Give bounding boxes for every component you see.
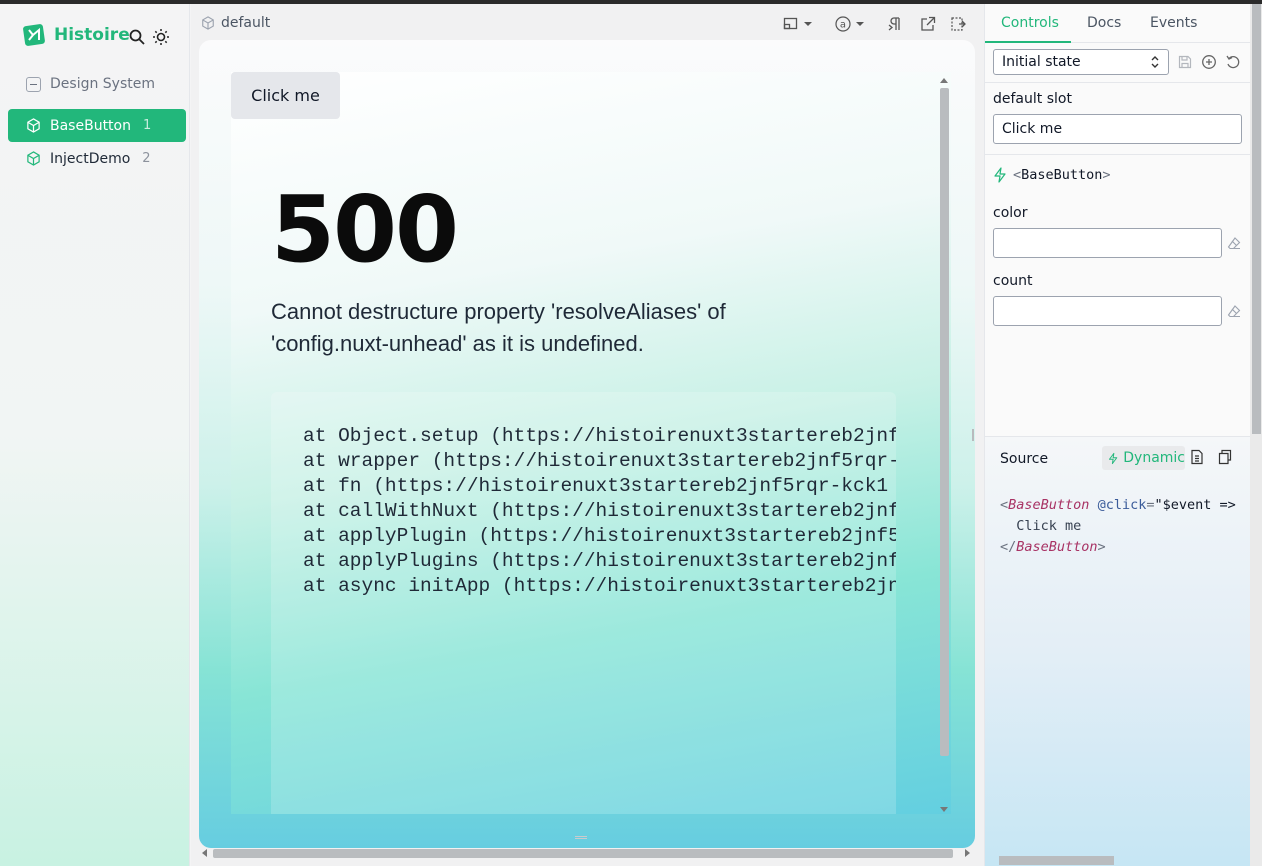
copy-icon[interactable] (1217, 449, 1233, 465)
default-slot-input[interactable] (993, 114, 1242, 144)
code-attr: @click (1097, 497, 1147, 513)
responsive-size-button[interactable] (783, 16, 813, 32)
stack-line: at applyPlugin (https://histoirenuxt3sta… (303, 525, 896, 547)
reset-icon[interactable] (1225, 54, 1241, 70)
stack-line: at async initApp (https://histoirenuxt3s… (303, 575, 896, 597)
scrollbar-thumb[interactable] (999, 856, 1114, 865)
stack-line: at fn (https://histoirenuxt3startereb2jn… (303, 475, 889, 497)
controls-panel: Controls Docs Events Initial state defau… (984, 4, 1262, 866)
story-count: 1 (143, 118, 152, 133)
dynamic-label: Dynamic (1123, 450, 1185, 466)
app-name: Histoire (54, 25, 130, 45)
tab-controls[interactable]: Controls (1001, 15, 1059, 31)
variant-label: default (221, 15, 271, 31)
lightning-icon (994, 167, 1006, 183)
component-name: BaseButton (1021, 167, 1103, 183)
stack-line: at Object.setup (https://histoirenuxt3st… (303, 425, 896, 447)
story-label: BaseButton (50, 117, 131, 134)
preview-canvas: Click me 500 Cannot destructure property… (199, 40, 975, 848)
preview-iframe: Click me 500 Cannot destructure property… (231, 72, 951, 814)
cube-icon (27, 151, 40, 166)
component-props-header: <BaseButton> (993, 167, 1111, 183)
svg-text:a: a (840, 20, 846, 31)
scroll-down-icon[interactable] (940, 807, 948, 812)
theme-icon[interactable] (152, 28, 170, 46)
scrollbar-thumb[interactable] (940, 88, 949, 756)
preview-horizontal-scrollbar[interactable] (199, 846, 973, 860)
source-title: Source (1000, 451, 1049, 467)
text-a-icon: a (835, 16, 851, 32)
state-select[interactable]: Initial state (993, 49, 1169, 75)
code-open-tag: BaseButton (1008, 497, 1090, 513)
source-code: <BaseButton @click="$event => Click me <… (1000, 497, 1236, 555)
scroll-left-icon[interactable] (202, 849, 207, 857)
sidebar-item-injectdemo[interactable]: InjectDemo 2 (8, 142, 186, 175)
search-icon[interactable] (128, 28, 146, 46)
logo-icon (23, 24, 45, 46)
split-handle[interactable] (972, 429, 974, 441)
resize-handle[interactable] (575, 836, 587, 839)
code-close-tag: BaseButton (1016, 539, 1098, 555)
tab-docs[interactable]: Docs (1087, 15, 1121, 31)
sidebar: Histoire Design System BaseButton 1 Inje… (0, 4, 190, 866)
default-slot-label: default slot (993, 91, 1072, 107)
panel-vertical-scrollbar[interactable] (1250, 4, 1262, 866)
divider (985, 154, 1251, 155)
brand[interactable]: Histoire (22, 22, 130, 48)
open-new-icon[interactable] (920, 16, 936, 32)
eraser-icon[interactable] (1227, 304, 1241, 318)
background-button[interactable]: a (835, 16, 865, 32)
tab-events[interactable]: Events (1150, 15, 1197, 31)
color-label: color (993, 205, 1028, 221)
error-code: 500 (271, 176, 459, 283)
story-count: 2 (142, 151, 151, 166)
group-label: Design System (50, 76, 155, 92)
state-select-value: Initial state (1002, 54, 1081, 70)
story-label: InjectDemo (50, 150, 131, 167)
count-input[interactable] (993, 296, 1222, 326)
variant-title: default (201, 15, 270, 31)
panel-tabs: Controls Docs Events (985, 4, 1251, 43)
code-attr-value: "$event => (1154, 497, 1236, 513)
scroll-up-icon[interactable] (940, 78, 948, 83)
cube-icon (27, 118, 40, 133)
stack-line: at wrapper (https://histoirenuxt3starter… (303, 450, 896, 472)
eraser-icon[interactable] (1227, 236, 1241, 250)
sidebar-item-basebutton[interactable]: BaseButton 1 (8, 109, 186, 142)
tab-indicator (985, 41, 1071, 43)
collapse-panel-icon[interactable] (950, 16, 966, 32)
divider (985, 82, 1251, 83)
count-label: count (993, 273, 1033, 289)
stack-line: at callWithNuxt (https://histoirenuxt3st… (303, 500, 896, 522)
text-direction-icon[interactable] (888, 16, 902, 32)
preview-toolbar: default a (191, 4, 984, 42)
scroll-right-icon[interactable] (965, 849, 970, 857)
source-horizontal-scrollbar[interactable] (985, 853, 1250, 866)
click-me-button[interactable]: Click me (231, 72, 340, 119)
plus-circle-icon[interactable] (1201, 54, 1217, 70)
dynamic-source-toggle[interactable]: Dynamic (1102, 446, 1185, 470)
story-preview-area: default a Click me 500 Cannot destructur… (191, 4, 984, 866)
scrollbar-thumb[interactable] (1252, 4, 1261, 434)
scrollbar-thumb[interactable] (213, 849, 953, 858)
error-message: Cannot destructure property 'resolveAlia… (271, 299, 726, 356)
cube-icon (202, 16, 214, 30)
stack-line: at applyPlugins (https://histoirenuxt3st… (303, 550, 896, 572)
collapse-icon (26, 76, 41, 92)
chevron-down-icon (856, 22, 864, 26)
chevron-up-down-icon (1151, 56, 1159, 68)
code-content: Click me (1016, 518, 1082, 534)
preview-vertical-scrollbar[interactable] (937, 76, 951, 814)
tree-group-design-system[interactable]: Design System (26, 76, 155, 92)
chevron-down-icon (804, 22, 812, 26)
color-input[interactable] (993, 228, 1222, 258)
source-panel: Source Dynamic <BaseButton @click="$even… (985, 436, 1250, 866)
document-icon[interactable] (1189, 449, 1205, 465)
lightning-icon (1108, 452, 1118, 464)
layout-icon (783, 17, 798, 30)
save-icon[interactable] (1177, 54, 1193, 70)
error-stack: at Object.setup (https://histoirenuxt3st… (271, 392, 896, 814)
